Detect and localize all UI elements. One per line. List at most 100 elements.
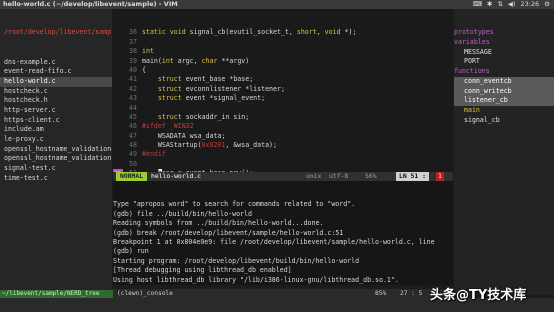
tree-file-item[interactable]: openssl_hostname_validation xyxy=(0,154,112,164)
console-line: Type "apropos word" to search for comman… xyxy=(113,200,356,209)
code-line: 49 #endif xyxy=(113,150,453,159)
tree-root[interactable]: /root/develop/libevent/sample xyxy=(0,28,112,38)
console-line: (gdb) file ../build/bin/hello-world xyxy=(113,209,252,218)
console-position: 27 : 5 xyxy=(400,290,423,297)
line-number: 50 xyxy=(129,159,137,168)
tagbar-pane[interactable]: prototypes variables MESSAGE PORT functions c… xyxy=(454,9,554,295)
status-filename: hello-world.c xyxy=(151,172,202,180)
gdb-console[interactable]: Type "apropos word" to search for comman… xyxy=(113,181,453,285)
tag-item[interactable]: MESSAGE xyxy=(454,48,554,58)
tag-item[interactable]: conn_eventcb xyxy=(454,76,554,87)
tag-item[interactable]: conn_writecb xyxy=(454,86,554,97)
tree-file-item[interactable]: le-proxy.c xyxy=(0,135,112,145)
code-line: 44 xyxy=(113,104,453,113)
status-encoding: utf-8 xyxy=(329,172,349,180)
code-line: 43 struct event *signal_event; xyxy=(113,94,453,103)
tree-file-item[interactable]: signal-test.c xyxy=(0,164,112,174)
tag-item[interactable]: listener_cb xyxy=(454,96,554,106)
line-number: 39 xyxy=(129,56,137,65)
console-line: (gdb) run xyxy=(113,247,149,256)
watermark: 头条@TY技术库 xyxy=(430,288,527,303)
mode-indicator: NORMAL xyxy=(116,172,148,181)
line-number: 37 xyxy=(129,37,137,46)
console-status: (clewn)_console 85% 27 : 5 xyxy=(113,289,453,298)
tree-file-item[interactable]: dns-example.c xyxy=(0,58,112,68)
volume-icon[interactable]: ◀) xyxy=(508,0,516,9)
line-text: main(int argc, char **argv) xyxy=(142,56,250,65)
tree-file-item[interactable]: hostcheck.c xyxy=(0,87,112,97)
console-line: [Thread debugging using libthread_db ena… xyxy=(113,266,292,275)
status-fileformat: unix xyxy=(306,172,322,180)
status-line: NORMAL hello-world.c unix utf-8 56% LN 5… xyxy=(113,172,453,181)
line-number: 42 xyxy=(129,84,137,93)
tag-item[interactable]: signal_cb xyxy=(454,116,554,126)
code-line: 46 #ifdef _WIN32 xyxy=(113,122,453,131)
line-number: 36 xyxy=(129,28,137,37)
tree-items: dns-example.c event-read-fifo.c hello-worl… xyxy=(0,58,112,184)
line-text: struct event *signal_event; xyxy=(157,94,266,103)
code-lines: 36 static void signal_cb(evutil_socket_t,… xyxy=(113,28,453,172)
console-line: Using host libthread_db library "/lib/i3… xyxy=(113,275,399,284)
line-text: { xyxy=(142,65,146,74)
code-line: 38 int xyxy=(113,47,453,56)
line-text: WSAStartup(0x0201, &wsa_data); xyxy=(142,141,277,150)
code-line: 42 struct evconnlistener *listener; xyxy=(113,85,453,94)
code-line: 36 static void signal_cb(evutil_socket_t,… xyxy=(113,28,453,37)
line-number: 47 xyxy=(129,131,137,140)
line-text: #ifdef _WIN32 xyxy=(142,122,194,131)
tag-section-header[interactable]: functions xyxy=(454,67,554,77)
tag-list: prototypes variables MESSAGE PORT functions c… xyxy=(454,28,554,125)
line-number: 44 xyxy=(129,103,137,112)
console-buffer-name: (clewn)_console xyxy=(117,290,173,297)
status-percent: 56% xyxy=(365,172,377,180)
tree-file-item[interactable]: event-read-fifo.c xyxy=(0,67,112,77)
line-text: struct sockaddr_in sin; xyxy=(157,112,250,121)
tag-section-header[interactable]: variables xyxy=(454,38,554,48)
line-text: struct event_base *base; xyxy=(157,75,254,84)
code-line: 48 WSAStartup(0x0201, &wsa_data); xyxy=(113,141,453,150)
tree-file-item[interactable]: time-test.c xyxy=(0,174,112,184)
keyboard-icon[interactable]: ⌨ xyxy=(473,0,482,9)
tree-file-item[interactable]: http-server.c xyxy=(0,106,112,116)
line-text: int xyxy=(142,47,154,56)
console-line: Reading symbols from ../build/bin/hello-… xyxy=(113,219,324,228)
network-icon[interactable]: ⇅ xyxy=(497,0,502,9)
code-line: 37 xyxy=(113,38,453,47)
tag-item[interactable]: PORT xyxy=(454,57,554,67)
editor-pane[interactable]: 36 static void signal_cb(evutil_socket_t,… xyxy=(113,9,453,172)
tag-section-header[interactable]: prototypes xyxy=(454,28,554,38)
nerdtree-pane[interactable]: /root/develop/libevent/sample dns-exampl… xyxy=(0,9,112,295)
line-number: 41 xyxy=(129,75,137,84)
status-position: LN 51 : xyxy=(396,172,429,181)
line-text: WSADATA wsa_data; xyxy=(142,131,226,140)
tree-file-item[interactable]: https-client.c xyxy=(0,116,112,126)
line-number: 43 xyxy=(129,94,137,103)
line-number: 48 xyxy=(129,141,137,150)
code-line: 45 struct sockaddr_in sin; xyxy=(113,113,453,122)
line-number: 46 xyxy=(129,122,137,131)
nerdtree-status: ~/libevent/sample/NERD_tree xyxy=(0,290,114,298)
vim-window: { "window": { "title": "hello-world.c (~… xyxy=(0,0,554,312)
console-lines: Type "apropos word" to search for comman… xyxy=(113,200,453,285)
line-number: 45 xyxy=(129,112,137,121)
line-number: 40 xyxy=(129,65,137,74)
system-tray: ⌨ ✱ ⇅ ◀) 23:26 ⚙ xyxy=(473,0,550,9)
code-line: 40 { xyxy=(113,66,453,75)
bluetooth-icon[interactable]: ✱ xyxy=(487,0,492,9)
line-number: 49 xyxy=(129,150,137,159)
line-text: struct evconnlistener *listener; xyxy=(157,84,285,93)
line-text: static void signal_cb(evutil_socket_t, s… xyxy=(142,28,357,37)
tag-item[interactable]: main xyxy=(454,106,554,116)
settings-icon[interactable]: ⚙ xyxy=(544,0,550,9)
line-number: 38 xyxy=(129,47,137,56)
code-line: 50 xyxy=(113,160,453,169)
code-line: 47 WSADATA wsa_data; xyxy=(113,132,453,141)
console-line: (gdb) break /root/develop/libevent/sampl… xyxy=(113,228,344,237)
console-percent: 85% xyxy=(375,290,387,297)
tree-file-item[interactable]: hello-world.c xyxy=(0,76,112,87)
tree-file-item[interactable]: openssl_hostname_validation xyxy=(0,145,112,155)
tree-file-item[interactable]: include.am xyxy=(0,125,112,135)
tree-file-item[interactable]: hostcheck.h xyxy=(0,96,112,106)
console-line: Starting program: /root/develop/libevent… xyxy=(113,256,360,265)
status-warning: 1 xyxy=(436,172,444,181)
